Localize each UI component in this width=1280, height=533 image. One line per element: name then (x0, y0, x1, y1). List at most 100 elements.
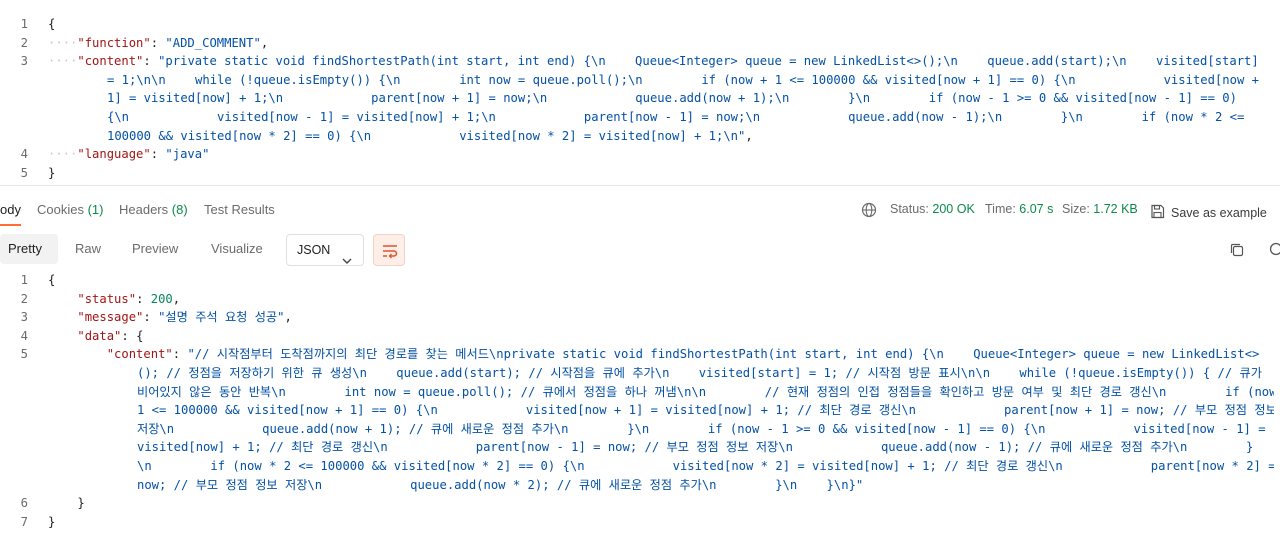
code-line[interactable]: = 1;\n\n while (!queue.isEmpty()) {\n in… (0, 71, 1280, 89)
code-line[interactable]: 1{ (0, 15, 1280, 33)
code-token: , (172, 291, 181, 306)
code-line[interactable]: 저장\n queue.add(now + 1); // 큐에 새로운 정점 추가… (0, 420, 1280, 438)
code-line[interactable]: 7} (0, 513, 1280, 531)
code-token: , (284, 310, 292, 325)
code-line[interactable]: {\n visited[now - 1] = visited[now] + 1;… (0, 108, 1280, 126)
code-line[interactable]: 5} (0, 164, 1280, 182)
code-text: = 1;\n\n while (!queue.isEmpty()) {\n in… (107, 71, 1274, 89)
tab-test-results[interactable]: Test Results (204, 202, 275, 217)
code-token: (); // 정점을 저장하기 위한 큐 생성\n queue.add(star… (137, 366, 1262, 380)
code-line[interactable]: 100000 && visited[now * 2] == 0) {\n vis… (0, 127, 1280, 145)
code-line[interactable]: 2 ····"function": "ADD_COMMENT", (0, 34, 1280, 52)
size-value: 1.72 KB (1093, 202, 1138, 216)
code-text: ····"content": "private static void find… (48, 52, 1274, 70)
tab-cookies-count: (1) (87, 202, 104, 217)
code-line[interactable]: 1] = visited[now] + 1;\n parent[now + 1]… (0, 89, 1280, 107)
code-token: , (260, 35, 269, 50)
tab-cookies[interactable]: Cookies (1) (37, 202, 103, 217)
tab-body[interactable]: ody (0, 202, 21, 226)
code-line[interactable]: now; // 부모 정점 정보 저장\n queue.add(now * 2)… (0, 476, 1280, 494)
code-text: ····"function": "ADD_COMMENT", (48, 34, 1274, 52)
code-line[interactable]: 비어있지 않은 동안 반복\n int now = queue.poll(); … (0, 383, 1280, 401)
time-label: Time: (985, 202, 1016, 216)
code-token: : (143, 310, 159, 325)
code-token: 1 <= 100000 && visited[now + 1] == 0) {\… (137, 403, 1274, 418)
code-line[interactable]: 4 "data": { (0, 327, 1280, 345)
status-value: 200 OK (932, 202, 975, 216)
code-token: {\n visited[now - 1] = visited[now] + 1;… (107, 110, 1245, 124)
code-line[interactable]: 3 "message": "설명 주석 요청 성공", (0, 308, 1280, 326)
format-pretty[interactable]: Pretty (0, 234, 58, 264)
response-body-viewer[interactable]: 1{2 "status": 200, 3 "message": "설명 주석 요청… (0, 271, 1280, 533)
tab-headers[interactable]: Headers (8) (119, 202, 188, 217)
code-token: : { (121, 328, 144, 343)
code-text: 비어있지 않은 동안 반복\n int now = queue.poll(); … (137, 383, 1274, 401)
code-text: } (48, 513, 1274, 531)
code-line[interactable]: 4 ····"language": "java" (0, 145, 1280, 163)
code-text: ····"language": "java" (48, 145, 1274, 163)
request-body-editor[interactable]: 1{ 2 ····"function": "ADD_COMMENT", 3 ····"c… (0, 0, 1280, 186)
code-token: "language" (77, 147, 151, 162)
search-icon[interactable] (1268, 242, 1280, 263)
code-token: : (172, 347, 188, 362)
format-visualize[interactable]: Visualize (211, 234, 263, 264)
copy-icon[interactable] (1229, 242, 1245, 263)
code-token: "private static void findShortestPath(in… (158, 54, 1259, 69)
code-token: "설명 주석 요청 성공" (158, 310, 285, 325)
code-line[interactable]: 6 } (0, 494, 1280, 512)
code-text: } (48, 494, 1274, 512)
format-preview-label: Preview (132, 241, 179, 256)
code-token: 1] = visited[now] + 1;\n parent[now + 1]… (107, 91, 1237, 106)
time-readout[interactable]: Time: 6.07 s (985, 202, 1053, 216)
code-line[interactable]: 1 <= 100000 && visited[now + 1] == 0) {\… (0, 401, 1280, 419)
format-preview[interactable]: Preview (132, 234, 178, 264)
globe-icon[interactable] (861, 202, 877, 223)
wrap-lines-icon (382, 243, 398, 264)
format-raw-label: Raw (75, 241, 102, 256)
code-line[interactable]: \n if (now * 2 <= 100000 && visited[now … (0, 457, 1280, 475)
line-number: 2 (20, 291, 28, 306)
code-token: "status" (77, 291, 137, 306)
code-line[interactable]: 3 ····"content": "private static void fin… (0, 52, 1280, 70)
code-token: 비어있지 않은 동안 반복\n int now = queue.poll(); … (137, 384, 1274, 399)
wrap-lines-button[interactable] (373, 234, 405, 266)
code-token: ···· (48, 54, 78, 69)
code-token: ···· (48, 147, 78, 162)
code-line[interactable]: 2 "status": 200, (0, 290, 1280, 308)
line-number: 4 (20, 328, 28, 343)
code-text: \n if (now * 2 <= 100000 && visited[now … (137, 457, 1274, 475)
code-token: , (745, 128, 753, 143)
status-readout[interactable]: Status: 200 OK (890, 202, 975, 216)
code-token: = 1;\n\n while (!queue.isEmpty()) {\n in… (107, 72, 1259, 87)
time-value: 6.07 s (1019, 202, 1054, 216)
code-token: } (48, 514, 56, 529)
code-token: ···· (48, 35, 78, 50)
code-token: : (150, 35, 166, 50)
code-token: "content" (106, 347, 173, 362)
language-select[interactable]: JSON (286, 234, 364, 266)
code-text: {\n visited[now - 1] = visited[now] + 1;… (107, 108, 1274, 126)
code-line[interactable]: 5 "content": "// 시작점부터 도착점까지의 최단 경로를 찾는 … (0, 345, 1280, 363)
code-text: 1] = visited[now] + 1;\n parent[now + 1]… (107, 89, 1274, 107)
tab-test-results-label: Test Results (204, 202, 275, 217)
format-raw[interactable]: Raw (75, 234, 101, 264)
line-number: 3 (20, 310, 28, 325)
save-as-example-button[interactable]: Save as example (1150, 202, 1267, 220)
code-line[interactable]: (); // 정점을 저장하기 위한 큐 생성\n queue.add(star… (0, 364, 1280, 382)
format-pretty-label: Pretty (8, 241, 42, 256)
code-text: 1 <= 100000 && visited[now + 1] == 0) {\… (137, 401, 1274, 419)
code-text: now; // 부모 정점 정보 저장\n queue.add(now * 2)… (137, 476, 1274, 494)
code-line[interactable]: visited[now] + 1; // 최단 경로 갱신\n parent[n… (0, 438, 1280, 456)
size-readout[interactable]: Size: 1.72 KB (1062, 202, 1138, 216)
tab-body-label: ody (0, 202, 21, 217)
code-text: visited[now] + 1; // 최단 경로 갱신\n parent[n… (137, 438, 1274, 456)
tab-headers-count: (8) (171, 202, 188, 217)
line-number: 5 (20, 165, 28, 180)
language-select-value: JSON (297, 243, 331, 257)
line-number: 2 (20, 35, 28, 50)
code-text: 100000 && visited[now * 2] == 0) {\n vis… (107, 127, 1274, 145)
code-line[interactable]: 1{ (0, 271, 1280, 289)
